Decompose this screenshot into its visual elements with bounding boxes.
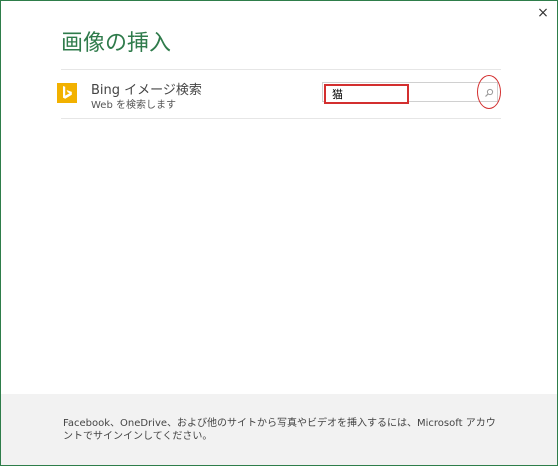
search-input[interactable] xyxy=(324,84,409,104)
divider-top xyxy=(61,69,501,70)
dialog-title: 画像の挿入 xyxy=(61,31,172,56)
insert-picture-dialog: × 画像の挿入 Bing イメージ検索 Web を検索します Facebook、… xyxy=(0,0,558,466)
signin-message: Facebook、OneDrive、および他のサイトから写真やビデオを挿入するに… xyxy=(63,418,496,442)
search-box xyxy=(322,82,498,104)
bing-logo-icon xyxy=(57,83,77,103)
close-button[interactable]: × xyxy=(535,5,551,21)
divider-bottom xyxy=(61,118,501,119)
provider-subtitle: Web を検索します xyxy=(91,100,176,111)
footer-panel: Facebook、OneDrive、および他のサイトから写真やビデオを挿入するに… xyxy=(1,394,557,465)
search-button[interactable] xyxy=(477,75,501,109)
bing-provider-row: Bing イメージ検索 Web を検索します xyxy=(57,75,503,113)
